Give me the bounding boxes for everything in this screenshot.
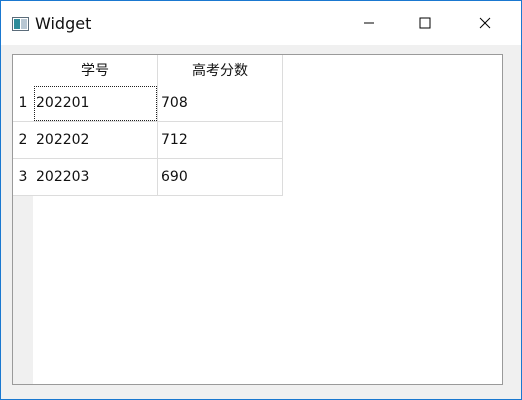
data-table[interactable]: 学号 高考分数 1 202201 708 2 202202 712 3 2022… [12, 54, 503, 385]
row-header[interactable]: 2 [13, 122, 33, 159]
table-cell[interactable]: 202203 [33, 159, 158, 196]
window-title: Widget [35, 14, 92, 33]
table-corner-button[interactable] [13, 55, 33, 85]
column-header-student-id[interactable]: 学号 [33, 55, 158, 85]
table-cell[interactable]: 712 [158, 122, 283, 159]
maximize-button[interactable] [402, 1, 448, 45]
table-cell[interactable]: 708 [158, 85, 283, 122]
table-cell[interactable]: 202201 [33, 85, 158, 122]
close-icon [479, 17, 491, 29]
row-header[interactable]: 3 [13, 159, 33, 196]
app-window-icon [12, 17, 29, 31]
close-button[interactable] [462, 1, 508, 45]
minimize-icon [364, 22, 374, 24]
title-bar[interactable]: Widget [1, 1, 521, 45]
column-header-exam-score[interactable]: 高考分数 [158, 55, 283, 85]
app-window: Widget 学号 高考分数 1 202201 708 2 202202 712… [0, 0, 522, 400]
table-cell[interactable]: 690 [158, 159, 283, 196]
minimize-button[interactable] [346, 1, 392, 45]
row-header[interactable]: 1 [13, 85, 33, 122]
maximize-icon [419, 17, 431, 29]
table-cell[interactable]: 202202 [33, 122, 158, 159]
